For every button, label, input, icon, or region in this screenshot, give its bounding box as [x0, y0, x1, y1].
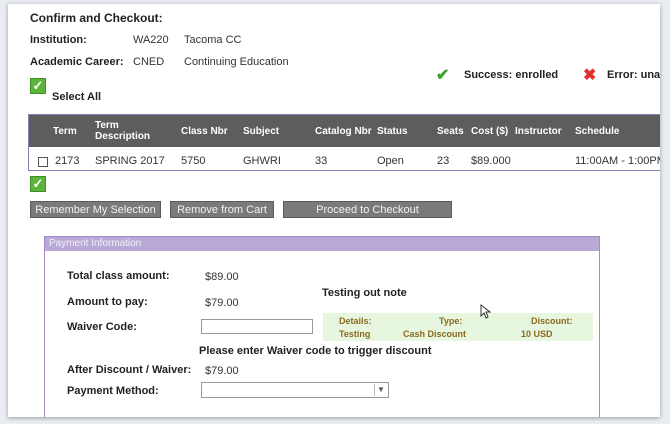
- institution-label: Institution:: [30, 34, 87, 46]
- after-discount-value: $79.00: [205, 365, 239, 377]
- proceed-to-checkout-button[interactable]: Proceed to Checkout: [283, 201, 452, 218]
- header-term: Term: [53, 126, 77, 137]
- cell-schedule: 11:00AM - 1:00PM: [575, 155, 660, 167]
- payment-header: Payment Information: [45, 237, 599, 251]
- discount-header-discount: Discount:: [531, 316, 573, 326]
- cell-cost: $89.000: [471, 155, 511, 167]
- success-check-icon: ✔: [436, 67, 450, 84]
- cell-seats: 23: [437, 155, 450, 167]
- career-code: CNED: [133, 56, 165, 68]
- payment-panel: Payment Information Total class amount: …: [44, 236, 600, 417]
- discount-table: Details: Type: Discount: Testing Cash Di…: [323, 313, 593, 341]
- header-subject: Subject: [243, 126, 280, 137]
- remember-selection-button[interactable]: Remember My Selection: [30, 201, 161, 218]
- after-discount-label: After Discount / Waiver:: [67, 364, 192, 376]
- legend-success: Success: enrolled: [464, 69, 559, 81]
- waiver-hint: Please enter Waiver code to trigger disc…: [199, 345, 432, 357]
- chevron-down-icon[interactable]: ▼: [374, 384, 387, 396]
- header-seats: Seats: [437, 126, 464, 137]
- discount-type: Cash Discount: [403, 329, 467, 339]
- header-schedule: Schedule: [575, 126, 620, 137]
- remove-from-cart-button[interactable]: Remove from Cart: [170, 201, 274, 218]
- waiver-code-input[interactable]: [201, 319, 313, 334]
- header-status: Status: [377, 126, 408, 137]
- checkout-window: Confirm and Checkout: Institution: WA220…: [8, 4, 660, 417]
- discount-header-details: Details:: [339, 316, 372, 326]
- pay-label: Amount to pay:: [67, 296, 148, 308]
- error-x-icon: ✖: [583, 67, 597, 84]
- row-status-check-icon: ✓: [30, 176, 46, 192]
- institution-code: WA220: [133, 34, 169, 46]
- discount-header-type: Type:: [439, 316, 463, 326]
- discount-details: Testing: [339, 329, 371, 339]
- mouse-cursor-icon: [480, 304, 492, 319]
- header-catalog-nbr: Catalog Nbr: [315, 126, 372, 137]
- header-cost: Cost ($): [471, 126, 509, 137]
- pay-value: $79.00: [205, 297, 239, 309]
- total-label: Total class amount:: [67, 270, 170, 282]
- institution-name: Tacoma CC: [184, 34, 242, 46]
- payment-method-select[interactable]: ▼: [201, 382, 389, 398]
- career-label: Academic Career:: [30, 56, 124, 68]
- header-instructor: Instructor: [515, 126, 562, 137]
- table-header: Term Term Description Class Nbr Subject …: [29, 115, 660, 147]
- header-class-nbr: Class Nbr: [181, 126, 228, 137]
- cell-subject: GHWRI: [243, 155, 281, 167]
- cell-status: Open: [377, 155, 404, 167]
- payment-method-label: Payment Method:: [67, 385, 159, 397]
- career-name: Continuing Education: [184, 56, 289, 68]
- legend-error: Error: una: [607, 69, 660, 81]
- select-all-check-icon[interactable]: ✓: [30, 78, 46, 94]
- cell-catalog-nbr: 33: [315, 155, 328, 167]
- waiver-label: Waiver Code:: [67, 321, 137, 333]
- cart-table: Term Term Description Class Nbr Subject …: [28, 114, 660, 171]
- row-checkbox[interactable]: [38, 157, 48, 167]
- discount-amount: 10 USD: [521, 329, 553, 339]
- header-term-description: Term Description: [95, 120, 151, 142]
- cell-term-description: SPRING 2017: [95, 155, 165, 167]
- cell-class-nbr: 5750: [181, 155, 206, 167]
- payment-note: Testing out note: [322, 287, 407, 299]
- page-title: Confirm and Checkout:: [30, 11, 163, 25]
- total-value: $89.00: [205, 271, 239, 283]
- select-all-label[interactable]: Select All: [52, 91, 101, 103]
- cell-term: 2173: [55, 155, 80, 167]
